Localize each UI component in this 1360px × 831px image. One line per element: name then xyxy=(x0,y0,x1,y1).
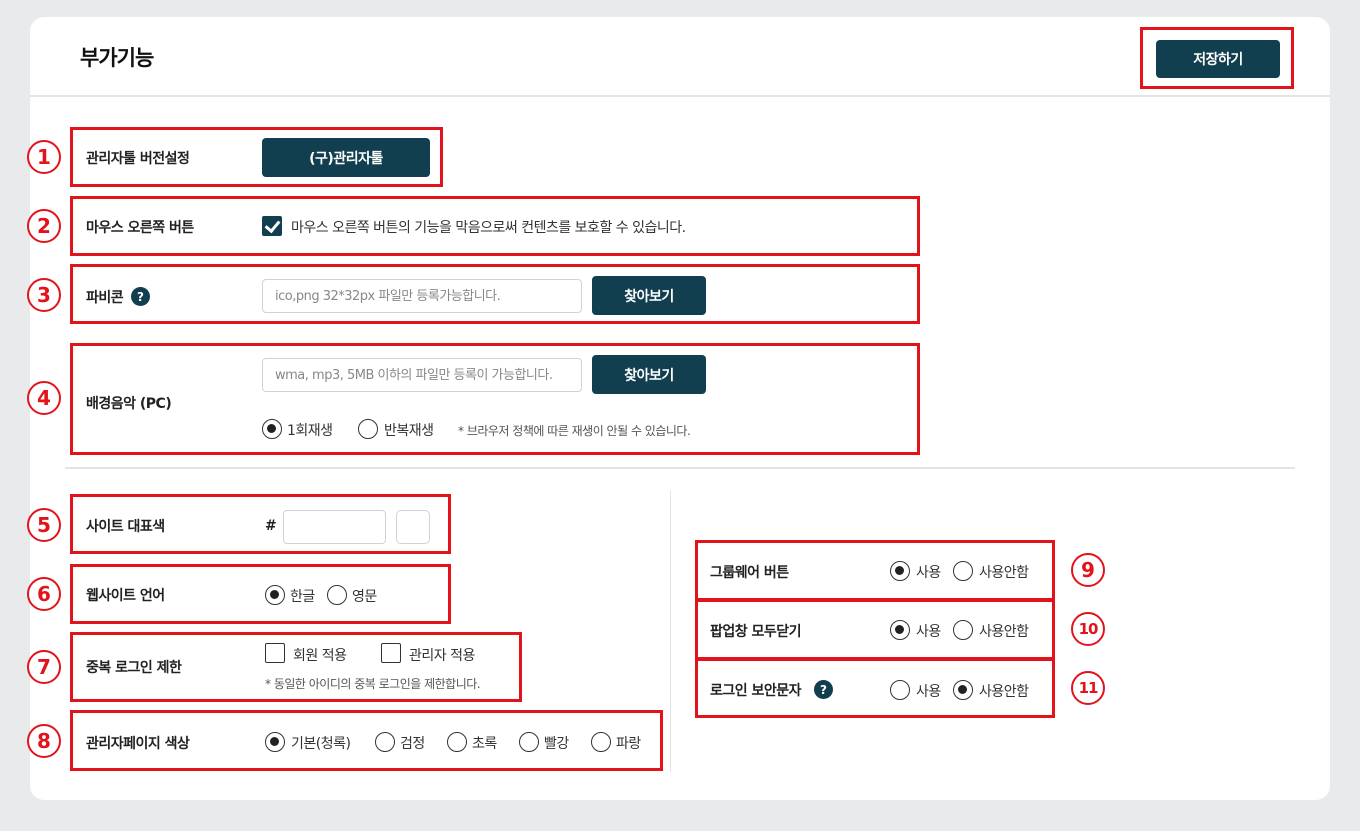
right-click-label: 마우스 오른쪽 버튼 xyxy=(86,220,194,236)
admin-color-red-radio[interactable] xyxy=(519,732,539,752)
login-sms-help-icon[interactable]: ? xyxy=(814,680,833,699)
groupware-nouse-radio[interactable] xyxy=(953,561,973,581)
admin-color-default-radio[interactable] xyxy=(265,732,285,752)
section-divider xyxy=(65,467,1295,469)
language-english-radio[interactable] xyxy=(327,585,347,605)
login-sms-label: 로그인 보안문자 xyxy=(710,683,802,699)
marker-10: 10 xyxy=(1071,612,1105,646)
hash-symbol: # xyxy=(265,518,277,534)
marker-1: 1 xyxy=(27,140,61,174)
bgm-repeat-label: 반복재생 xyxy=(384,423,434,439)
marker-6: 6 xyxy=(27,577,61,611)
language-label: 웹사이트 언어 xyxy=(86,588,165,604)
popup-close-nouse-radio[interactable] xyxy=(953,620,973,640)
marker-4: 4 xyxy=(27,381,61,415)
dup-login-member-label: 회원 적용 xyxy=(293,648,347,664)
marker-3: 3 xyxy=(27,278,61,312)
marker-8: 8 xyxy=(27,724,61,758)
login-sms-use-label: 사용 xyxy=(916,684,941,700)
admin-color-blue-radio[interactable] xyxy=(591,732,611,752)
dup-login-admin-checkbox[interactable] xyxy=(381,643,401,663)
popup-close-use-radio[interactable] xyxy=(890,620,910,640)
admin-color-green-radio[interactable] xyxy=(447,732,467,752)
language-english-label: 영문 xyxy=(352,589,377,605)
language-korean-label: 한글 xyxy=(290,589,315,605)
dup-login-label: 중복 로그인 제한 xyxy=(86,660,182,676)
site-color-input[interactable] xyxy=(283,510,386,544)
admin-color-green-label: 초록 xyxy=(472,736,497,752)
bgm-label: 배경음악 (PC) xyxy=(86,396,172,412)
marker-5: 5 xyxy=(27,508,61,542)
bgm-note: * 브라우저 정책에 따른 재생이 안될 수 있습니다. xyxy=(458,424,691,438)
login-sms-use-radio[interactable] xyxy=(890,680,910,700)
marker-7: 7 xyxy=(27,650,61,684)
bgm-browse-button[interactable]: 찾아보기 xyxy=(592,355,706,394)
login-sms-nouse-radio[interactable] xyxy=(953,680,973,700)
admin-tool-label: 관리자툴 버전설정 xyxy=(86,151,190,167)
admin-color-black-radio[interactable] xyxy=(375,732,395,752)
popup-close-use-label: 사용 xyxy=(916,624,941,640)
admin-color-red-label: 빨강 xyxy=(544,736,569,752)
login-sms-nouse-label: 사용안함 xyxy=(979,684,1029,700)
language-korean-radio[interactable] xyxy=(265,585,285,605)
color-swatch[interactable] xyxy=(396,510,430,544)
bgm-once-radio[interactable] xyxy=(262,419,282,439)
groupware-use-radio[interactable] xyxy=(890,561,910,581)
favicon-file-input[interactable] xyxy=(262,279,582,313)
groupware-label: 그룹웨어 버튼 xyxy=(710,565,789,581)
legacy-admin-tool-button[interactable]: (구)관리자툴 xyxy=(262,138,430,177)
dup-login-note: * 동일한 아이디의 중복 로그인을 제한합니다. xyxy=(265,677,481,691)
popup-close-label: 팝업창 모두닫기 xyxy=(710,624,802,640)
bgm-once-label: 1회재생 xyxy=(287,423,333,439)
popup-close-nouse-label: 사용안함 xyxy=(979,624,1029,640)
favicon-help-icon[interactable]: ? xyxy=(131,287,150,306)
header-divider xyxy=(30,95,1330,97)
favicon-label: 파비콘 xyxy=(86,290,124,306)
groupware-nouse-label: 사용안함 xyxy=(979,565,1029,581)
site-color-label: 사이트 대표색 xyxy=(86,519,165,535)
dup-login-member-checkbox[interactable] xyxy=(265,643,285,663)
favicon-browse-button[interactable]: 찾아보기 xyxy=(592,276,706,315)
admin-color-default-label: 기본(청록) xyxy=(291,736,351,752)
bgm-repeat-radio[interactable] xyxy=(358,419,378,439)
admin-color-black-label: 검정 xyxy=(400,736,425,752)
page-title: 부가기능 xyxy=(80,46,154,70)
column-divider xyxy=(670,490,671,772)
marker-2: 2 xyxy=(27,209,61,243)
right-click-description: 마우스 오른쪽 버튼의 기능을 막음으로써 컨텐츠를 보호할 수 있습니다. xyxy=(291,220,686,236)
marker-11: 11 xyxy=(1071,671,1105,705)
admin-color-blue-label: 파랑 xyxy=(616,736,641,752)
groupware-use-label: 사용 xyxy=(916,565,941,581)
right-click-checkbox[interactable] xyxy=(262,216,282,236)
marker-9: 9 xyxy=(1071,553,1105,587)
dup-login-admin-label: 관리자 적용 xyxy=(409,648,475,664)
bgm-file-input[interactable] xyxy=(262,358,582,392)
admin-color-label: 관리자페이지 색상 xyxy=(86,736,190,752)
save-button[interactable]: 저장하기 xyxy=(1156,40,1280,78)
